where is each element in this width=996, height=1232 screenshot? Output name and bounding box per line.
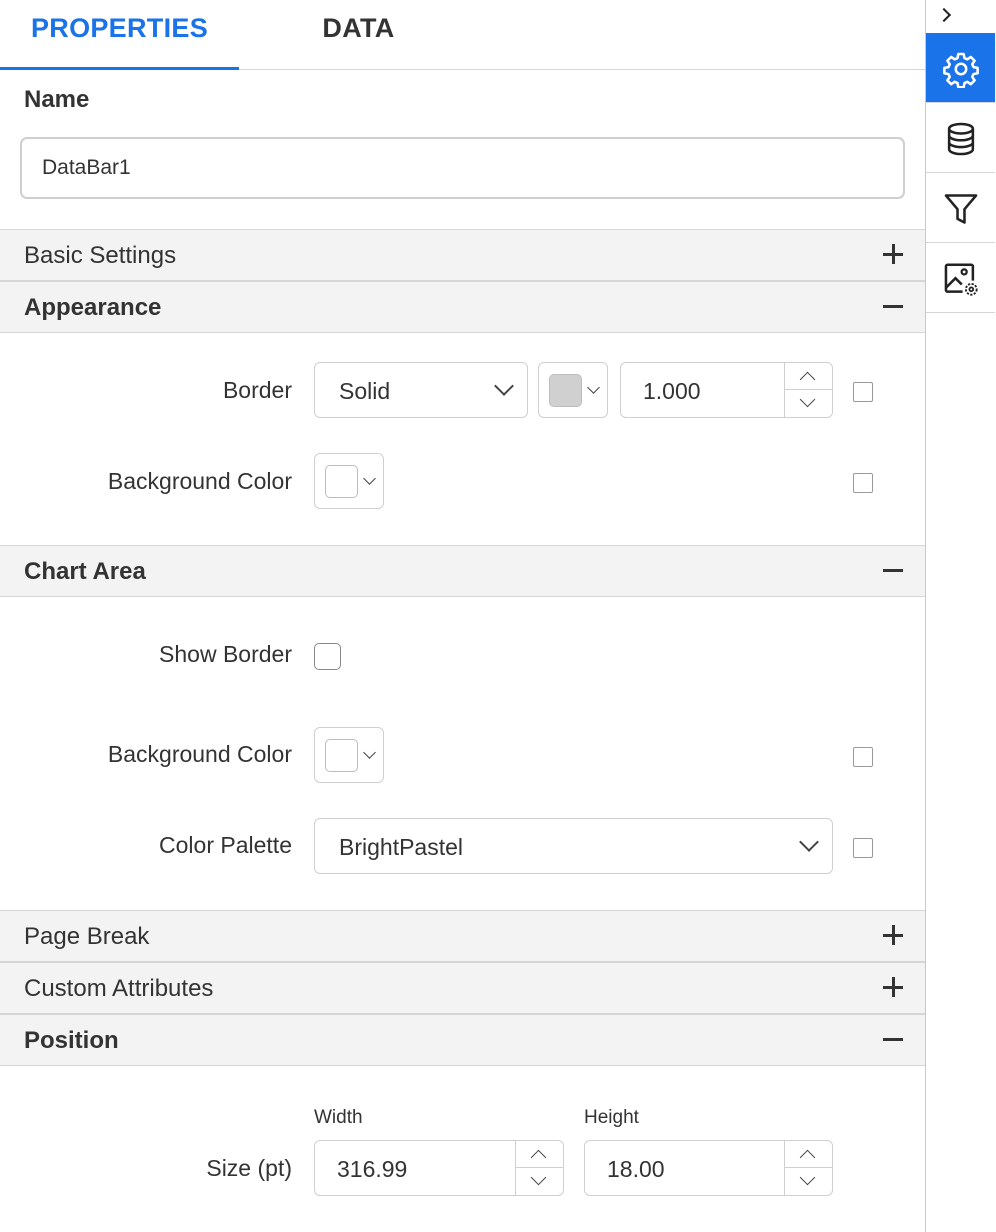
show-border-label: Show Border <box>159 641 292 667</box>
border-label: Border <box>222 377 292 403</box>
section-title: Basic Settings <box>24 242 177 269</box>
sidebar-item-data[interactable] <box>926 103 995 173</box>
increment-button[interactable] <box>785 1141 832 1168</box>
color-palette-override-checkbox[interactable] <box>853 838 873 858</box>
decrement-button[interactable] <box>785 1168 832 1195</box>
height-value: 18.00 <box>607 1156 665 1182</box>
active-tab-indicator <box>0 67 239 70</box>
sidebar-item-filter[interactable] <box>926 173 995 243</box>
border-color-swatch <box>549 374 582 407</box>
chart-background-color-picker[interactable] <box>314 727 384 783</box>
tab-bar: PROPERTIES DATA <box>0 0 925 70</box>
database-icon <box>947 122 975 156</box>
section-title: Custom Attributes <box>24 975 214 1002</box>
increment-button[interactable] <box>516 1141 563 1168</box>
height-spinner <box>784 1141 832 1195</box>
border-width-input[interactable]: 1.000 <box>620 362 833 418</box>
sidebar-item-image-settings[interactable] <box>926 243 995 313</box>
name-input[interactable] <box>20 137 905 199</box>
collapse-chevron-icon[interactable] <box>926 0 995 33</box>
border-width-value: 1.000 <box>643 378 701 404</box>
chevron-down-icon <box>494 376 514 396</box>
minus-icon[interactable] <box>883 560 903 580</box>
right-sidebar <box>926 0 996 1232</box>
section-position[interactable]: Position <box>0 1014 925 1066</box>
plus-icon[interactable] <box>883 977 903 997</box>
height-label: Height <box>584 1107 639 1128</box>
minus-icon[interactable] <box>883 1029 903 1049</box>
chevron-down-icon <box>363 746 376 759</box>
width-label: Width <box>314 1107 363 1128</box>
sidebar-item-properties[interactable] <box>926 33 995 103</box>
section-custom-attributes[interactable]: Custom Attributes <box>0 962 925 1014</box>
tab-data[interactable]: DATA <box>239 0 478 70</box>
border-width-spinner <box>784 363 832 417</box>
border-color-picker[interactable] <box>538 362 608 418</box>
border-style-dropdown[interactable]: Solid <box>314 362 528 418</box>
decrement-button[interactable] <box>516 1168 563 1195</box>
gear-icon <box>943 52 979 88</box>
chart-background-color-label: Background Color <box>107 741 292 767</box>
width-spinner <box>515 1141 563 1195</box>
plus-icon[interactable] <box>883 244 903 264</box>
chevron-down-icon <box>799 832 819 852</box>
section-title: Page Break <box>24 923 150 950</box>
width-value: 316.99 <box>337 1156 408 1182</box>
properties-panel: PROPERTIES DATA Name Basic Settings Appe… <box>0 0 926 1232</box>
section-title: Position <box>24 1027 119 1054</box>
section-appearance[interactable]: Appearance <box>0 281 925 333</box>
border-override-checkbox[interactable] <box>853 382 873 402</box>
section-title: Appearance <box>24 294 162 321</box>
size-label: Size (pt) <box>206 1155 292 1181</box>
background-color-label: Background Color <box>107 468 292 494</box>
chart-background-override-checkbox[interactable] <box>853 747 873 767</box>
chevron-down-icon <box>363 472 376 485</box>
section-basic-settings[interactable]: Basic Settings <box>0 229 925 281</box>
image-settings-icon <box>944 263 978 296</box>
filter-icon <box>944 194 978 224</box>
color-palette-dropdown[interactable]: BrightPastel <box>314 818 833 874</box>
name-label: Name <box>24 86 90 113</box>
background-color-swatch <box>325 465 358 498</box>
background-color-picker[interactable] <box>314 453 384 509</box>
decrement-button[interactable] <box>785 390 832 417</box>
border-style-value: Solid <box>339 378 391 404</box>
minus-icon[interactable] <box>883 296 903 316</box>
show-border-checkbox[interactable] <box>314 643 341 670</box>
increment-button[interactable] <box>785 363 832 390</box>
background-color-override-checkbox[interactable] <box>853 473 873 493</box>
color-palette-value: BrightPastel <box>339 834 464 860</box>
section-title: Chart Area <box>24 558 146 585</box>
width-input[interactable]: 316.99 <box>314 1140 564 1196</box>
chart-background-color-swatch <box>325 739 358 772</box>
section-page-break[interactable]: Page Break <box>0 910 925 962</box>
plus-icon[interactable] <box>883 925 903 945</box>
section-chart-area[interactable]: Chart Area <box>0 545 925 597</box>
tab-properties[interactable]: PROPERTIES <box>0 0 239 70</box>
height-input[interactable]: 18.00 <box>584 1140 833 1196</box>
color-palette-label: Color Palette <box>159 832 292 858</box>
chevron-down-icon <box>587 381 600 394</box>
